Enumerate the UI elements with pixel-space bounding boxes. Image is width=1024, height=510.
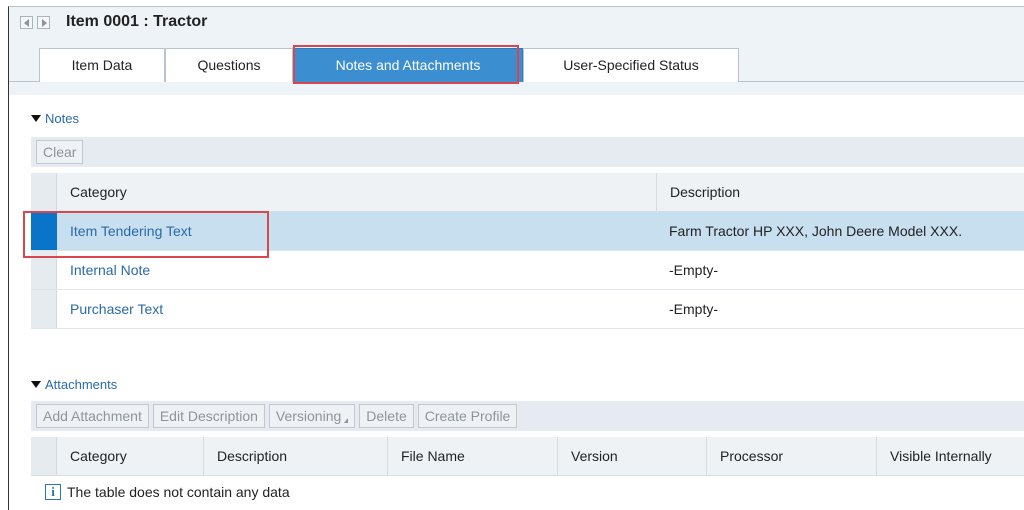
clear-button[interactable]: Clear [36,140,84,164]
tab-notes-and-attachments[interactable]: Notes and Attachments [293,48,523,82]
empty-table-row: i The table does not contain any data [31,476,1024,508]
column-header-visible-internally[interactable]: Visible Internally [876,437,992,475]
note-category-link[interactable]: Item Tendering Text [57,212,192,250]
table-row[interactable]: Item Tendering Text Farm Tractor HP XXX,… [31,212,1024,251]
attachments-table-header: Category Description File Name Version P… [31,437,1024,476]
attachments-section-label: Attachments [45,377,118,392]
note-category-link[interactable]: Purchaser Text [57,290,163,328]
delete-button[interactable]: Delete [359,404,414,428]
notes-toolbar: Clear [31,137,1024,167]
empty-table-message: The table does not contain any data [67,484,290,500]
tab-questions[interactable]: Questions [165,48,293,82]
attachments-toolbar: Add Attachment Edit Description Versioni… [31,401,1024,431]
column-header-file-name[interactable]: File Name [387,437,465,475]
collapse-triangle-icon [31,381,41,388]
info-icon: i [45,484,61,500]
attachments-section-toggle[interactable]: Attachments [31,377,117,392]
select-all-cell[interactable] [31,437,57,475]
notes-table-header: Category Description [31,173,1024,212]
select-all-cell[interactable] [31,173,57,211]
row-selector[interactable] [31,251,57,289]
column-header-version[interactable]: Version [557,437,618,475]
column-header-processor[interactable]: Processor [706,437,783,475]
item-header: Item 0001 : Tractor Item Data Questions … [9,7,1024,95]
tab-item-data[interactable]: Item Data [39,48,165,82]
column-header-description[interactable]: Description [203,437,287,475]
column-header-category[interactable]: Category [57,437,127,475]
versioning-button[interactable]: Versioning [268,404,356,428]
item-title: Item 0001 : Tractor [66,13,208,30]
add-attachment-button[interactable]: Add Attachment [36,404,149,428]
row-selector[interactable] [31,290,57,328]
tab-content: Notes Clear Category Description Item Te… [9,95,1024,510]
create-profile-button[interactable]: Create Profile [417,404,518,428]
attachments-table: Category Description File Name Version P… [31,437,1024,508]
row-selector[interactable] [31,212,57,250]
note-category-link[interactable]: Internal Note [57,251,150,289]
note-description: -Empty- [669,262,718,278]
collapse-triangle-icon [31,115,41,122]
notes-section-label: Notes [45,111,79,126]
column-header-description[interactable]: Description [656,173,740,212]
item-navigation [20,16,50,29]
table-row[interactable]: Internal Note -Empty- [31,251,1024,290]
notes-section-toggle[interactable]: Notes [31,111,79,126]
tab-strip: Item Data Questions Notes and Attachment… [9,48,1024,82]
next-item-icon[interactable] [37,16,50,29]
dropdown-corner-icon [344,418,349,423]
note-description: Farm Tractor HP XXX, John Deere Model XX… [669,223,963,239]
column-header-category[interactable]: Category [57,173,127,211]
previous-item-icon[interactable] [20,16,33,29]
notes-table: Category Description Item Tendering Text… [31,173,1024,329]
table-row[interactable]: Purchaser Text -Empty- [31,290,1024,329]
versioning-label: Versioning [275,408,342,424]
note-description: -Empty- [669,301,718,317]
item-detail-frame: Item 0001 : Tractor Item Data Questions … [8,6,1024,510]
tab-user-specified-status[interactable]: User-Specified Status [523,48,739,82]
edit-description-button[interactable]: Edit Description [152,404,265,428]
